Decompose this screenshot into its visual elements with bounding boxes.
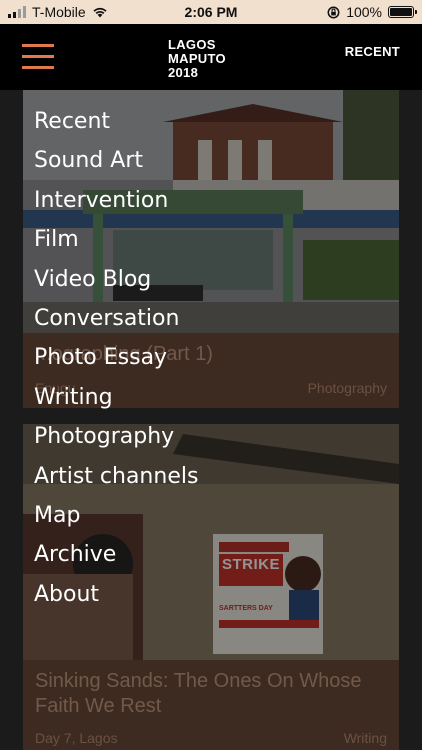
menu-item-writing[interactable]: Writing (34, 378, 198, 417)
menu-item-film[interactable]: Film (34, 220, 198, 259)
menu-item-map[interactable]: Map (34, 496, 198, 535)
menu-toggle-icon[interactable] (22, 42, 56, 72)
logo-line: LAGOS (168, 37, 216, 52)
logo-line: MAPUTO (168, 51, 226, 66)
menu-item-sound-art[interactable]: Sound Art (34, 141, 198, 180)
recent-link[interactable]: RECENT (345, 44, 400, 59)
battery-percent: 100% (346, 4, 382, 20)
menu-item-photo-essay[interactable]: Photo Essay (34, 338, 198, 377)
nav-menu: Recent Sound Art Intervention Film Video… (34, 102, 198, 614)
battery-icon (388, 6, 417, 18)
status-bar: T-Mobile 2:06 PM 100% (0, 0, 422, 24)
menu-item-photography[interactable]: Photography (34, 417, 198, 456)
menu-item-recent[interactable]: Recent (34, 102, 198, 141)
app-header: LAGOS MAPUTO 2018 RECENT (0, 24, 422, 90)
menu-item-about[interactable]: About (34, 575, 198, 614)
menu-item-video-blog[interactable]: Video Blog (34, 260, 198, 299)
site-logo[interactable]: LAGOS MAPUTO 2018 (168, 38, 226, 80)
status-right: 100% (327, 4, 417, 20)
menu-item-conversation[interactable]: Conversation (34, 299, 198, 338)
menu-item-artist-channels[interactable]: Artist channels (34, 457, 198, 496)
menu-item-intervention[interactable]: Intervention (34, 181, 198, 220)
menu-item-archive[interactable]: Archive (34, 535, 198, 574)
rotation-lock-icon (327, 6, 340, 18)
logo-line: 2018 (168, 65, 199, 80)
